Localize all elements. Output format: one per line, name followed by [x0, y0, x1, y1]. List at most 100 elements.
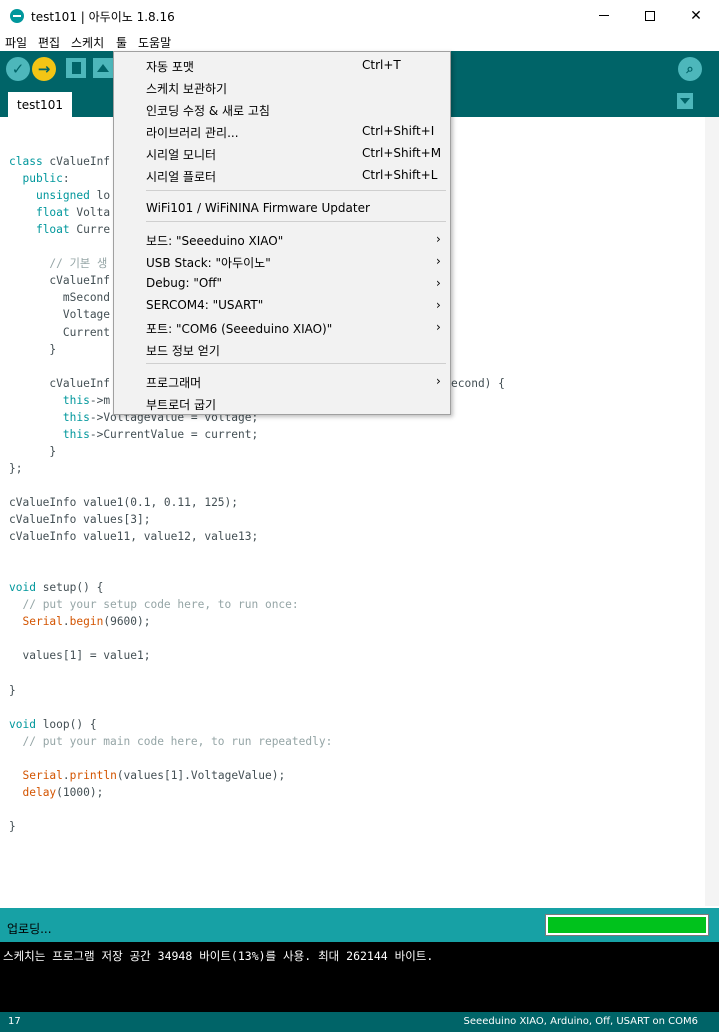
code-line: cValueInf [9, 376, 111, 390]
code-line: } [9, 819, 16, 833]
close-icon: ✕ [690, 7, 702, 24]
tools-menu-item[interactable]: USB Stack: "아두이노" › [114, 250, 450, 272]
code-line: Serial.println(values[1].VoltageValue); [22, 768, 286, 782]
code-line: delay(1000); [22, 785, 104, 799]
tools-menu-item-label: 보드 정보 얻기 [146, 344, 220, 358]
menu-help[interactable]: 도움말 [138, 34, 171, 51]
maximize-icon [645, 10, 655, 21]
tools-menu-item[interactable]: 부트로더 굽기 [114, 392, 450, 414]
tools-menu-item[interactable]: WiFi101 / WiFiNINA Firmware Updater [114, 197, 450, 219]
tools-menu-item-label: 인코딩 수정 & 새로 고침 [146, 104, 270, 118]
submenu-chevron-right-icon: › [436, 254, 441, 268]
console-message: 스케치는 프로그램 저장 공간 34948 바이트(13%)를 사용. 최대 2… [3, 949, 434, 963]
menu-separator [146, 190, 446, 191]
verify-button[interactable]: ✓ [6, 57, 30, 81]
upload-arrow-icon: → [37, 60, 51, 78]
code-line: class cValueInf [9, 155, 111, 168]
tools-menu-item-label: 자동 포맷 [146, 60, 194, 74]
save-sketch-button[interactable] [93, 58, 113, 78]
code-line: cValueInfo values[3]; [9, 513, 151, 527]
tools-menu-item-label: 스케치 보관하기 [146, 82, 228, 96]
menu-sketch[interactable]: 스케치 [71, 34, 104, 51]
code-line: }; [9, 461, 23, 475]
code-line: public: [22, 172, 70, 186]
code-line: void setup() { [9, 581, 104, 595]
code-line: cValueInfo value1(0.1, 0.11, 125); [9, 496, 239, 509]
tools-menu-item[interactable]: 포트: "COM6 (Seeeduino XIAO)" › [114, 316, 450, 338]
serial-monitor-icon: ⌕ [686, 61, 694, 77]
tools-menu-item-label: 포트: "COM6 (Seeeduino XIAO)" [146, 322, 333, 336]
code-line: Serial.begin(9600); [22, 615, 151, 629]
submenu-chevron-right-icon: › [436, 276, 441, 290]
code-line: cValueInfo value11, value12, value13; [9, 530, 259, 544]
title-bar: test101 | 아두이노 1.8.16 ✕ [0, 0, 719, 31]
tools-menu-item-label: SERCOM4: "USART" [146, 298, 264, 312]
status-bar: 업로딩... [0, 908, 719, 942]
tools-menu-item[interactable]: 라이브러리 관리... Ctrl+Shift+I [114, 120, 450, 142]
tools-menu-item-shortcut: Ctrl+T [362, 58, 401, 72]
tools-menu-item[interactable]: 인코딩 수정 & 새로 고침 [114, 98, 450, 120]
tools-menu-item[interactable]: 보드: "Seeeduino XIAO" › [114, 228, 450, 250]
console-output[interactable]: 스케치는 프로그램 저장 공간 34948 바이트(13%)를 사용. 최대 2… [0, 942, 719, 1012]
tools-menu-item-shortcut: Ctrl+Shift+M [362, 146, 442, 160]
upload-progress-fill [548, 917, 706, 933]
minimize-button[interactable] [581, 0, 627, 31]
code-line: // put your setup code here, to run once… [22, 598, 299, 612]
code-line: unsigned lo [35, 189, 111, 203]
code-line: values[1] = value1; [9, 649, 151, 663]
code-line: } [9, 683, 16, 697]
maximize-button[interactable] [627, 0, 673, 31]
code-line: Voltage [9, 308, 111, 322]
serial-monitor-button[interactable]: ⌕ [678, 57, 702, 81]
tools-menu-item[interactable]: 프로그래머 › [114, 370, 450, 392]
menu-separator [146, 221, 446, 222]
code-line: void loop() { [9, 717, 97, 731]
tools-menu-item-label: 보드: "Seeeduino XIAO" [146, 234, 284, 248]
code-line: this->CurrentValue = current; [62, 427, 259, 441]
code-line: float Volta [35, 206, 111, 220]
tab-menu-button[interactable] [677, 93, 693, 109]
tools-menu-item-label: 라이브러리 관리... [146, 126, 239, 140]
menu-tools[interactable]: 툴 [116, 34, 127, 51]
submenu-chevron-right-icon: › [436, 320, 441, 334]
tools-menu-item-label: 시리얼 모니터 [146, 148, 217, 162]
new-sketch-icon [71, 62, 81, 74]
upload-button[interactable]: → [32, 57, 56, 81]
code-line: cValueInf [9, 274, 111, 288]
tools-menu-item-label: USB Stack: "아두이노" [146, 256, 271, 270]
minimize-icon [599, 15, 609, 16]
status-text: 업로딩... [7, 922, 52, 936]
tools-menu-item[interactable]: 시리얼 플로터 Ctrl+Shift+L [114, 164, 450, 186]
tools-menu-item[interactable]: 자동 포맷 Ctrl+T [114, 54, 450, 76]
tools-menu-item-shortcut: Ctrl+Shift+L [362, 168, 438, 182]
tools-menu-item[interactable]: 시리얼 모니터 Ctrl+Shift+M [114, 142, 450, 164]
code-line: // 기본 생 [49, 257, 108, 271]
verify-check-icon: ✓ [11, 60, 25, 78]
submenu-chevron-right-icon: › [436, 232, 441, 246]
tools-menu-item-label: Debug: "Off" [146, 276, 223, 290]
menu-edit[interactable]: 편집 [38, 34, 60, 51]
code-line: Current [9, 325, 111, 339]
tools-menu-item-label: WiFi101 / WiFiNINA Firmware Updater [146, 201, 370, 215]
footer-bar: 17 Seeeduino XIAO, Arduino, Off, USART o… [0, 1012, 719, 1032]
menu-bar: 파일 편집 스케치 툴 도움말 [0, 31, 719, 51]
tools-menu-item[interactable]: SERCOM4: "USART" › [114, 294, 450, 316]
tools-menu-item-label: 시리얼 플로터 [146, 170, 217, 184]
tools-menu-item[interactable]: 보드 정보 얻기 [114, 338, 450, 360]
upload-progress-bar [545, 914, 709, 936]
submenu-chevron-right-icon: › [436, 374, 441, 388]
editor-scrollbar[interactable] [705, 117, 719, 906]
submenu-chevron-right-icon: › [436, 298, 441, 312]
tab-test101[interactable]: test101 [8, 92, 72, 117]
cursor-line-number: 17 [8, 1016, 21, 1027]
close-button[interactable]: ✕ [673, 0, 719, 31]
new-sketch-button[interactable] [66, 58, 86, 78]
tab-menu-chevron-icon [680, 98, 690, 104]
code-line: this->m [62, 393, 111, 407]
code-line: mSecond [9, 291, 111, 305]
menu-file[interactable]: 파일 [5, 34, 27, 51]
menu-separator [146, 363, 446, 364]
tools-menu-item-label: 부트로더 굽기 [146, 398, 217, 412]
tools-menu-item[interactable]: 스케치 보관하기 [114, 76, 450, 98]
tools-menu-item[interactable]: Debug: "Off" › [114, 272, 450, 294]
